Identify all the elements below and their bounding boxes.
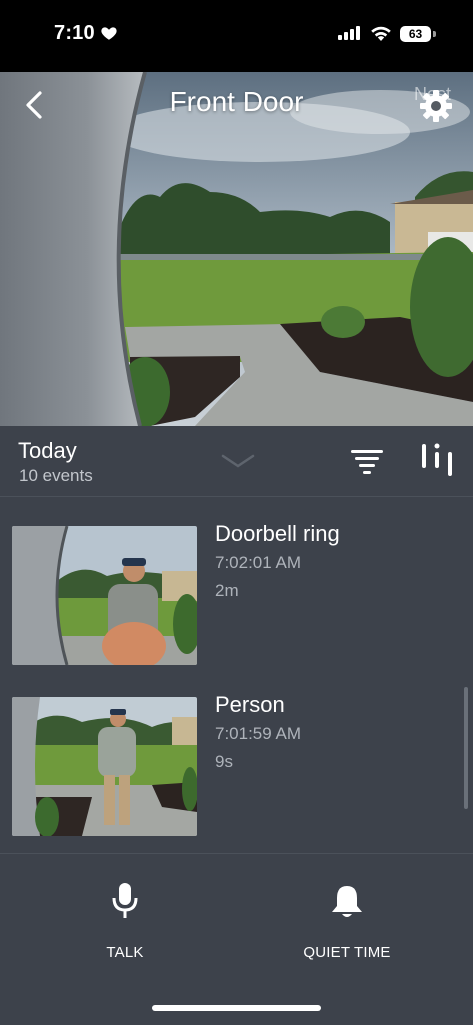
events-list: Doorbell ring 7:02:01 AM 2m Person 7:01:… (0, 497, 473, 853)
event-thumbnail (12, 526, 197, 665)
bottom-action-bar: TALK QUIET TIME (0, 853, 473, 1025)
event-duration: 2m (215, 581, 239, 600)
event-time: 7:01:59 AM (215, 724, 302, 743)
event-time: 7:02:01 AM (215, 553, 302, 572)
event-title: Person (215, 692, 285, 717)
bell-icon (332, 886, 362, 917)
wifi-icon (371, 26, 391, 41)
battery-icon: 63 (400, 26, 431, 42)
camera-title: Front Door (169, 86, 304, 117)
events-scrollbar[interactable] (464, 687, 468, 809)
summary-event-count: 10 events (19, 466, 93, 485)
events-summary-bar: Today 10 events (0, 426, 473, 497)
battery-nub (433, 31, 436, 37)
timeline-icon[interactable] (420, 442, 454, 478)
signal-icon (338, 26, 360, 40)
event-item-doorbell-ring[interactable]: Doorbell ring 7:02:01 AM 2m (0, 521, 473, 696)
talk-label: TALK (106, 944, 144, 961)
event-item-person[interactable]: Person 7:01:59 AM 9s (0, 692, 473, 853)
home-indicator[interactable] (152, 1005, 321, 1011)
chevron-down-icon[interactable] (221, 454, 255, 468)
status-time: 7:10 (54, 22, 95, 44)
gear-icon[interactable] (418, 88, 454, 124)
quiet-time-button[interactable]: QUIET TIME (267, 854, 427, 984)
event-duration: 9s (215, 752, 233, 771)
status-bar: 7:10 63 (0, 0, 473, 72)
microphone-icon (112, 883, 138, 918)
filter-icon[interactable] (350, 448, 384, 474)
talk-button[interactable]: TALK (45, 854, 205, 984)
camera-header: Front Door Nest (0, 72, 473, 136)
heart-icon (101, 27, 117, 40)
summary-day: Today (18, 438, 77, 463)
event-thumbnail (12, 697, 197, 836)
event-title: Doorbell ring (215, 521, 340, 546)
quiet-time-label: QUIET TIME (303, 944, 391, 961)
